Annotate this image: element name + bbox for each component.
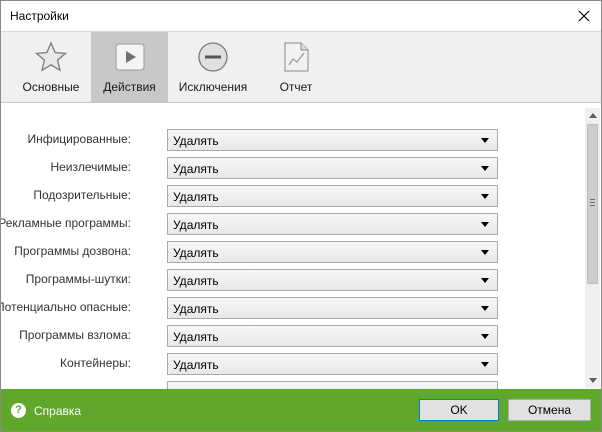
dialog-footer: ? Справка OK Отмена xyxy=(1,389,601,431)
chevron-down-icon xyxy=(481,278,489,283)
action-dropdown[interactable]: Удалять xyxy=(167,353,498,375)
help-icon[interactable]: ? xyxy=(11,403,26,418)
action-dropdown[interactable]: Удалять xyxy=(167,185,498,207)
actions-settings-list: Инфицированные: Удалять Неизлечимые: Уда… xyxy=(1,104,601,389)
tab-actions[interactable]: Действия xyxy=(91,32,168,103)
report-chart-icon xyxy=(284,42,309,72)
close-button[interactable] xyxy=(567,1,601,31)
setting-row-infected: Инфицированные: Удалять xyxy=(1,128,581,152)
row-label: Подозрительные: xyxy=(33,188,131,202)
setting-row-partial xyxy=(1,380,581,389)
dropdown-value: Удалять xyxy=(173,274,219,288)
action-dropdown[interactable]: Удалять xyxy=(167,157,498,179)
tab-exclusions[interactable]: Исключения xyxy=(168,32,258,103)
row-label: Программы дозвона: xyxy=(14,244,131,258)
dropdown-value: Удалять xyxy=(173,358,219,372)
arrow-down-icon xyxy=(588,378,597,383)
chevron-down-icon xyxy=(481,250,489,255)
setting-row-suspicious: Подозрительные: Удалять xyxy=(1,184,581,208)
action-dropdown[interactable]: Удалять xyxy=(167,213,498,235)
chevron-down-icon xyxy=(481,222,489,227)
cancel-button[interactable]: Отмена xyxy=(508,399,591,421)
minus-circle-icon xyxy=(198,42,228,72)
title-bar: Настройки xyxy=(1,1,601,31)
chevron-down-icon xyxy=(481,334,489,339)
row-label: Инфицированные: xyxy=(27,132,131,146)
chevron-down-icon xyxy=(481,306,489,311)
settings-window: Настройки Основные Действия Исключения О… xyxy=(0,0,602,432)
dropdown-value: Удалять xyxy=(173,330,219,344)
grip-icon xyxy=(590,199,595,206)
tab-label: Исключения xyxy=(178,80,248,94)
setting-row-hacktools: Программы взлома: Удалять xyxy=(1,324,581,348)
action-dropdown[interactable]: Удалять xyxy=(167,129,498,151)
action-dropdown[interactable] xyxy=(167,381,498,389)
settings-toolbar: Основные Действия Исключения Отчет xyxy=(1,31,601,103)
arrow-up-icon xyxy=(588,113,597,118)
scrollbar-thumb[interactable] xyxy=(587,124,598,284)
tab-label: Отчет xyxy=(279,80,313,94)
dropdown-value: Удалять xyxy=(173,246,219,260)
action-dropdown[interactable]: Удалять xyxy=(167,269,498,291)
close-icon xyxy=(578,10,590,22)
play-icon xyxy=(115,43,144,71)
row-label: Программы взлома: xyxy=(19,328,131,342)
setting-row-adware: Рекламные программы: Удалять xyxy=(1,212,581,236)
dropdown-value: Удалять xyxy=(173,190,219,204)
tab-label: Основные xyxy=(22,80,80,94)
ok-button[interactable]: OK xyxy=(419,399,499,421)
chevron-down-icon xyxy=(481,362,489,367)
row-label: Контейнеры: xyxy=(60,356,131,370)
chevron-down-icon xyxy=(481,138,489,143)
scroll-up-button[interactable] xyxy=(585,108,600,123)
setting-row-incurable: Неизлечимые: Удалять xyxy=(1,156,581,180)
tab-label: Действия xyxy=(103,80,156,94)
scroll-down-button[interactable] xyxy=(585,373,600,388)
action-dropdown[interactable]: Удалять xyxy=(167,241,498,263)
chevron-down-icon xyxy=(481,194,489,199)
tab-general[interactable]: Основные xyxy=(11,32,91,103)
setting-row-jokes: Программы-шутки: Удалять xyxy=(1,268,581,292)
dropdown-value: Удалять xyxy=(173,162,219,176)
dropdown-value: Удалять xyxy=(173,134,219,148)
setting-row-containers: Контейнеры: Удалять xyxy=(1,352,581,376)
row-label: Потенциально опасные: xyxy=(1,300,131,314)
tab-report[interactable]: Отчет xyxy=(258,32,334,103)
action-dropdown[interactable]: Удалять xyxy=(167,297,498,319)
row-label: Рекламные программы: xyxy=(1,216,131,230)
star-icon xyxy=(34,41,68,72)
dropdown-value: Удалять xyxy=(173,218,219,232)
window-title: Настройки xyxy=(10,9,69,23)
row-label: Программы-шутки: xyxy=(25,272,131,286)
chevron-down-icon xyxy=(481,166,489,171)
help-link[interactable]: Справка xyxy=(34,404,81,418)
vertical-scrollbar[interactable] xyxy=(585,108,600,388)
action-dropdown[interactable]: Удалять xyxy=(167,325,498,347)
row-label: Неизлечимые: xyxy=(50,160,131,174)
setting-row-riskware: Потенциально опасные: Удалять xyxy=(1,296,581,320)
dropdown-value: Удалять xyxy=(173,302,219,316)
setting-row-dialers: Программы дозвона: Удалять xyxy=(1,240,581,264)
